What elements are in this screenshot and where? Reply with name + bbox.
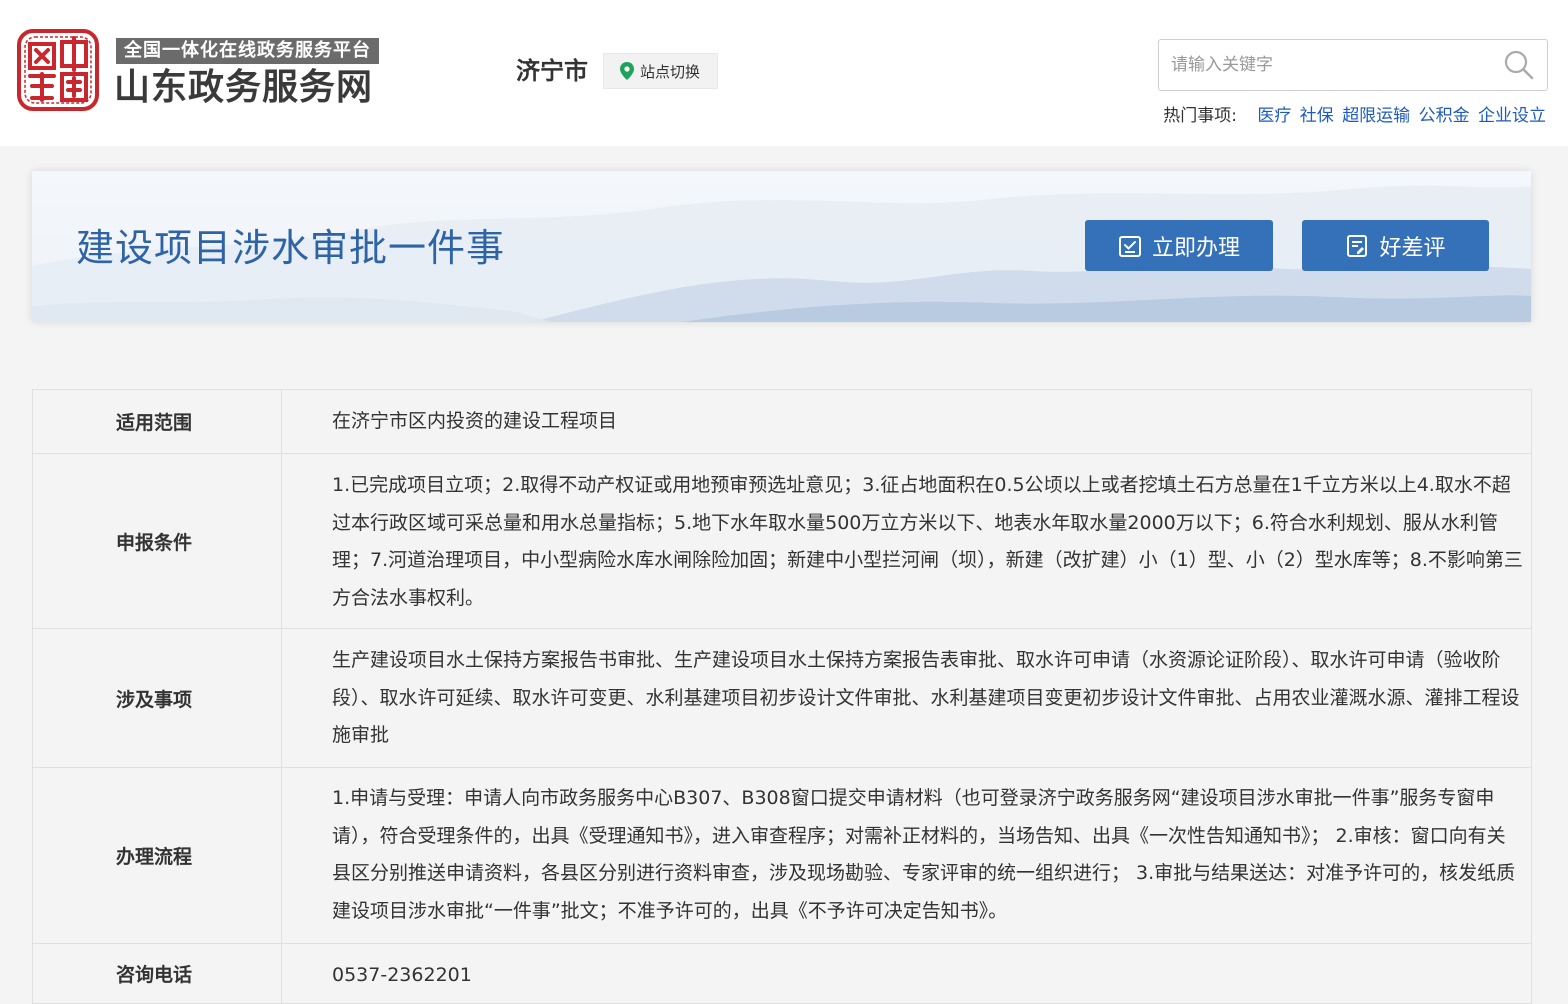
hot-item-medical[interactable]: 医疗 xyxy=(1257,106,1291,126)
site-switch-label: 站点切换 xyxy=(640,62,701,81)
hot-items-bar: 热门事项: 医疗 社保 超限运输 公积金 企业设立 xyxy=(1163,104,1546,128)
table-row: 办理流程 1.申请与受理：申请人向市政务服务中心B307、B308窗口提交申请材… xyxy=(33,768,1532,944)
table-row: 涉及事项 生产建设项目水土保持方案报告书审批、生产建设项目水土保持方案报告表审批… xyxy=(33,629,1532,768)
hot-item-overlimit-transport[interactable]: 超限运输 xyxy=(1342,106,1410,126)
hot-items-label: 热门事项: xyxy=(1163,106,1237,126)
map-pin-icon xyxy=(620,62,634,80)
search-box xyxy=(1158,39,1548,91)
table-row: 适用范围 在济宁市区内投资的建设工程项目 xyxy=(33,390,1532,454)
site-header: 全国一体化在线政务服务平台 山东政务服务网 济宁市 站点切换 热门事项: 医疗 … xyxy=(0,0,1568,146)
row-value-conditions: 1.已完成项目立项；2.取得不动产权证或用地预审预选址意见；3.征占地面积在0.… xyxy=(282,454,1532,628)
service-info-table: 适用范围 在济宁市区内投资的建设工程项目 申报条件 1.已完成项目立项；2.取得… xyxy=(32,389,1532,1004)
row-value-items: 生产建设项目水土保持方案报告书审批、生产建设项目水土保持方案报告表审批、取水许可… xyxy=(282,629,1532,767)
table-row: 咨询电话 0537-2362201 xyxy=(33,944,1532,1004)
current-city: 济宁市 xyxy=(516,57,588,85)
brand-subtitle: 全国一体化在线政务服务平台 xyxy=(116,38,379,64)
document-edit-icon xyxy=(1347,234,1368,257)
row-value-process: 1.申请与受理：申请人向市政务服务中心B307、B308窗口提交申请材料（也可登… xyxy=(282,768,1532,943)
row-label-conditions: 申报条件 xyxy=(33,454,282,628)
brand-title[interactable]: 山东政务服务网 xyxy=(114,66,373,110)
row-label-phone: 咨询电话 xyxy=(33,944,282,1003)
hot-item-housing-fund[interactable]: 公积金 xyxy=(1419,106,1470,126)
service-banner: 建设项目涉水审批一件事 立即办理 好差评 xyxy=(32,171,1531,322)
row-label-process: 办理流程 xyxy=(33,768,282,943)
row-value-phone: 0537-2362201 xyxy=(282,944,1532,1003)
apply-now-label: 立即办理 xyxy=(1151,235,1240,261)
apply-now-button[interactable]: 立即办理 xyxy=(1085,220,1273,271)
hot-item-social-security[interactable]: 社保 xyxy=(1300,106,1334,126)
china-seal-logo[interactable] xyxy=(16,28,100,112)
search-icon[interactable] xyxy=(1503,49,1535,81)
row-value-scope: 在济宁市区内投资的建设工程项目 xyxy=(282,390,1532,453)
site-switch-button[interactable]: 站点切换 xyxy=(603,53,718,89)
row-label-items: 涉及事项 xyxy=(33,629,282,767)
review-label: 好差评 xyxy=(1379,235,1446,261)
row-label-scope: 适用范围 xyxy=(33,390,282,453)
service-title: 建设项目涉水审批一件事 xyxy=(76,226,506,270)
review-button[interactable]: 好差评 xyxy=(1302,220,1489,271)
search-input[interactable] xyxy=(1171,40,1491,90)
table-row: 申报条件 1.已完成项目立项；2.取得不动产权证或用地预审预选址意见；3.征占地… xyxy=(33,454,1532,629)
checklist-icon xyxy=(1118,235,1141,257)
hot-item-company-setup[interactable]: 企业设立 xyxy=(1478,106,1546,126)
